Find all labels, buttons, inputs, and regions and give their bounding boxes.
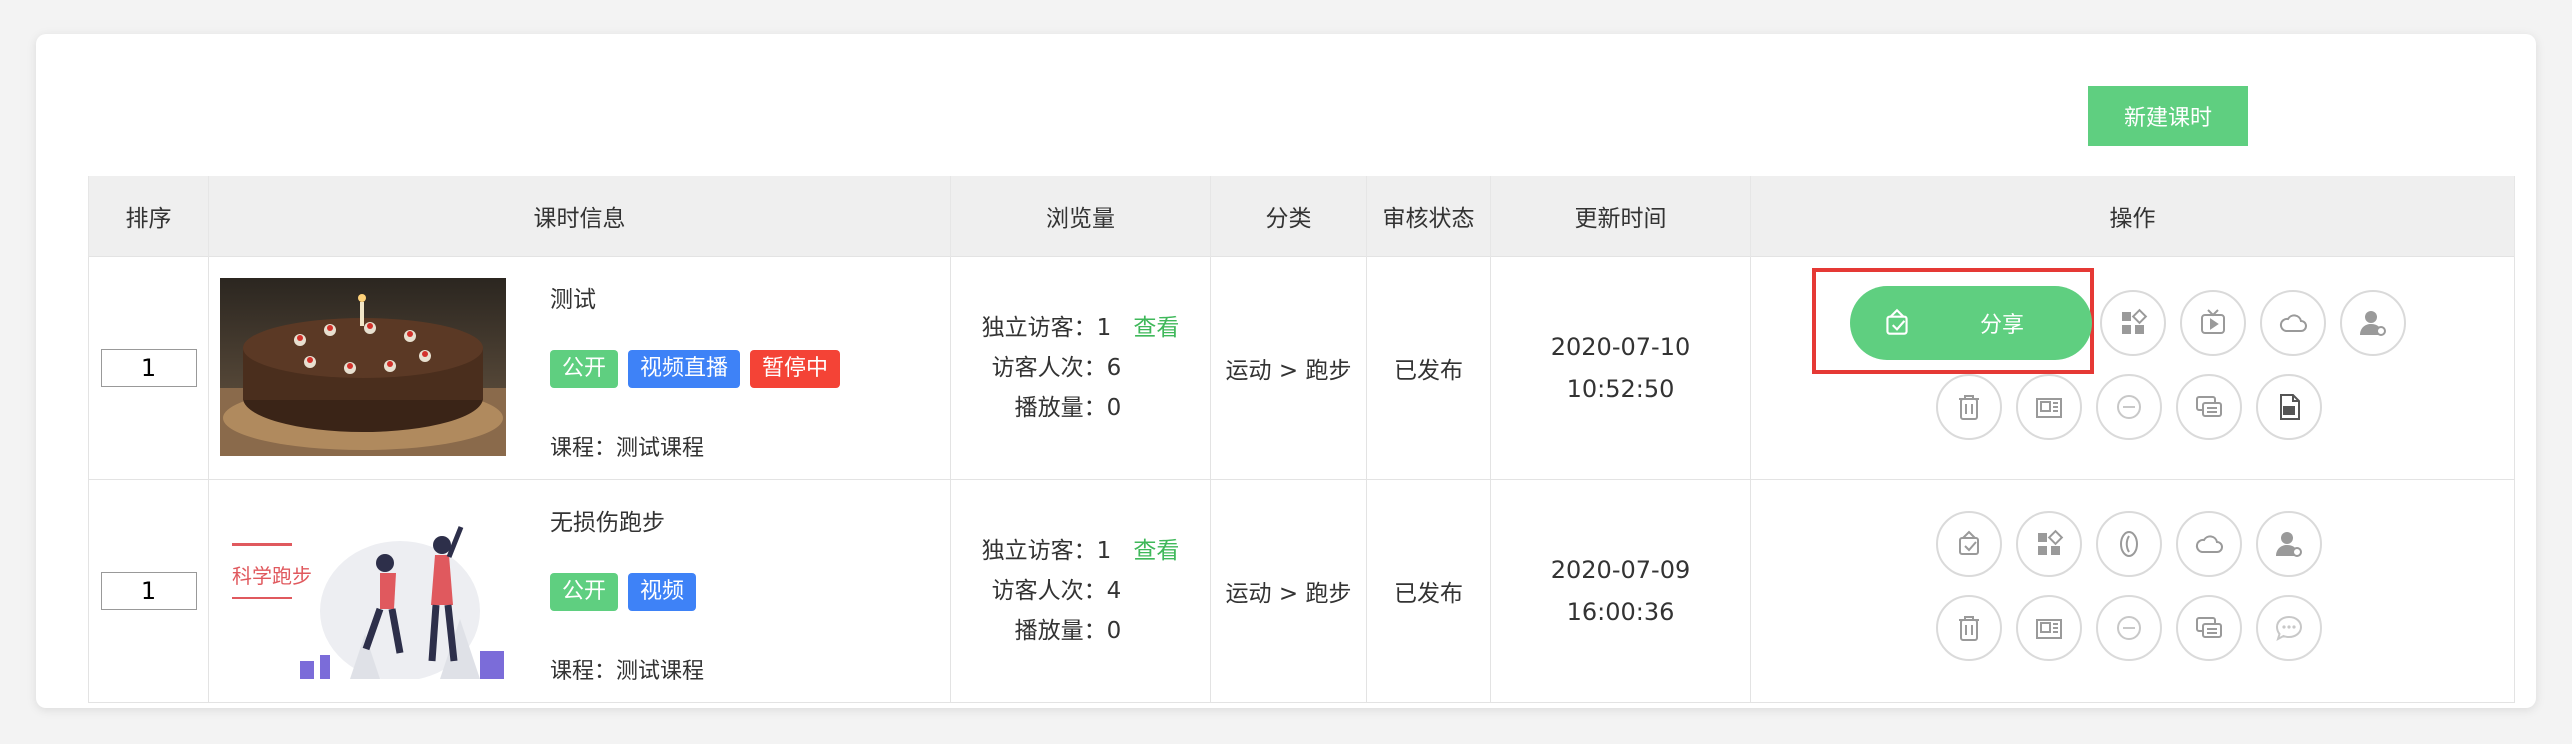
lessons-table: 排序 课时信息 浏览量 分类 审核状态 更新时间 操作 1 测试 公开 视频直播… (88, 176, 2515, 703)
apps-icon[interactable] (2100, 290, 2166, 356)
header-updated-time: 更新时间 (1490, 176, 1751, 257)
table-header-row: 排序 课时信息 浏览量 分类 审核状态 更新时间 操作 (88, 176, 2515, 257)
book-icon[interactable] (2016, 374, 2082, 440)
header-order: 排序 (88, 176, 209, 257)
tv-icon[interactable] (2180, 290, 2246, 356)
comments-icon[interactable] (2176, 595, 2242, 661)
leaf-icon[interactable] (2096, 511, 2162, 577)
lesson-tags: 公开 视频直播 暂停中 (550, 350, 841, 388)
minus-circle-icon[interactable] (2096, 595, 2162, 661)
minus-circle-icon[interactable] (2096, 374, 2162, 440)
actions-cell: 分享 (1750, 256, 2515, 480)
status-cell: 已发布 (1366, 256, 1491, 480)
header-actions: 操作 (1750, 176, 2515, 257)
share-label: 分享 (1980, 313, 2025, 338)
updated-clock: 10:52:50 (1566, 375, 1675, 403)
tag-video: 视频 (628, 573, 697, 611)
share-icon (1886, 308, 1908, 335)
plays-count: 播放量：0 (1014, 618, 1122, 644)
header-review-status: 审核状态 (1366, 176, 1491, 257)
updated-time-cell: 2020-07-10 10:52:50 (1490, 256, 1751, 480)
status-cell: 已发布 (1366, 479, 1491, 703)
view-link[interactable]: 查看 (1133, 315, 1179, 341)
updated-time-cell: 2020-07-09 16:00:36 (1490, 479, 1751, 703)
updated-date: 2020-07-09 (1550, 556, 1691, 584)
view-link[interactable]: 查看 (1133, 538, 1179, 564)
views-cell: 独立访客：1 查看 访客人次：6 播放量：0 (950, 256, 1211, 480)
lesson-tags: 公开 视频 (550, 573, 697, 611)
tag-paused: 暂停中 (750, 350, 841, 388)
updated-date: 2020-07-10 (1550, 333, 1691, 361)
tag-public: 公开 (550, 573, 619, 611)
views-cell: 独立访客：1 查看 访客人次：4 播放量：0 (950, 479, 1211, 703)
lesson-info-cell: 科学跑步 无损伤跑步 公开 视频 课程：测试课程 (208, 479, 951, 703)
visits-count: 访客人次：6 (991, 355, 1122, 381)
share-icon[interactable] (1936, 511, 2002, 577)
unique-visitors: 独立访客：1 (981, 538, 1112, 564)
updated-clock: 16:00:36 (1566, 598, 1675, 626)
table-row: 测试 公开 视频直播 暂停中 课程：测试课程 独立访客：1 查看 访客人次：6 播… (88, 256, 2515, 480)
order-cell (88, 256, 209, 480)
category-cell: 运动 > 跑步 (1210, 256, 1367, 480)
apps-icon[interactable] (2016, 511, 2082, 577)
cake-image (220, 278, 506, 456)
comments-icon[interactable] (2176, 374, 2242, 440)
share-button[interactable]: 分享 (1850, 286, 2092, 360)
lesson-title[interactable]: 测试 (550, 280, 596, 314)
order-cell (88, 479, 209, 703)
order-input[interactable] (100, 572, 197, 610)
new-lesson-button[interactable]: 新建课时 (2088, 86, 2248, 146)
lesson-info-cell: 测试 公开 视频直播 暂停中 课程：测试课程 (208, 256, 951, 480)
table-row: 科学跑步 (88, 479, 2515, 703)
user-settings-icon[interactable] (2340, 290, 2406, 356)
actions-cell (1750, 479, 2515, 703)
thumb-text: 科学跑步 (232, 564, 312, 588)
header-category: 分类 (1210, 176, 1367, 257)
user-settings-icon[interactable] (2256, 511, 2322, 577)
order-input[interactable] (100, 349, 197, 387)
visits-count: 访客人次：4 (991, 578, 1122, 604)
category-cell: 运动 > 跑步 (1210, 479, 1367, 703)
header-lesson-info: 课时信息 (208, 176, 951, 257)
lesson-thumbnail[interactable] (220, 278, 506, 456)
lesson-title[interactable]: 无损伤跑步 (550, 503, 665, 537)
lesson-course: 课程：测试课程 (550, 659, 705, 684)
lesson-thumbnail[interactable]: 科学跑步 (220, 501, 506, 679)
chat-icon[interactable] (2256, 595, 2322, 661)
lesson-course: 课程：测试课程 (550, 436, 705, 461)
trash-icon[interactable] (1936, 595, 2002, 661)
unique-visitors: 独立访客：1 (981, 315, 1112, 341)
tag-public: 公开 (550, 350, 619, 388)
tag-live-video: 视频直播 (628, 350, 741, 388)
lesson-list-card: 新建课时 排序 课时信息 浏览量 分类 审核状态 更新时间 操作 1 测试 公开… (36, 34, 2536, 708)
cloud-icon[interactable] (2176, 511, 2242, 577)
plays-count: 播放量：0 (1014, 395, 1122, 421)
book-icon[interactable] (2016, 595, 2082, 661)
cloud-icon[interactable] (2260, 290, 2326, 356)
file-icon[interactable] (2256, 374, 2322, 440)
trash-icon[interactable] (1936, 374, 2002, 440)
running-image: 科学跑步 (220, 501, 506, 679)
header-views: 浏览量 (950, 176, 1211, 257)
